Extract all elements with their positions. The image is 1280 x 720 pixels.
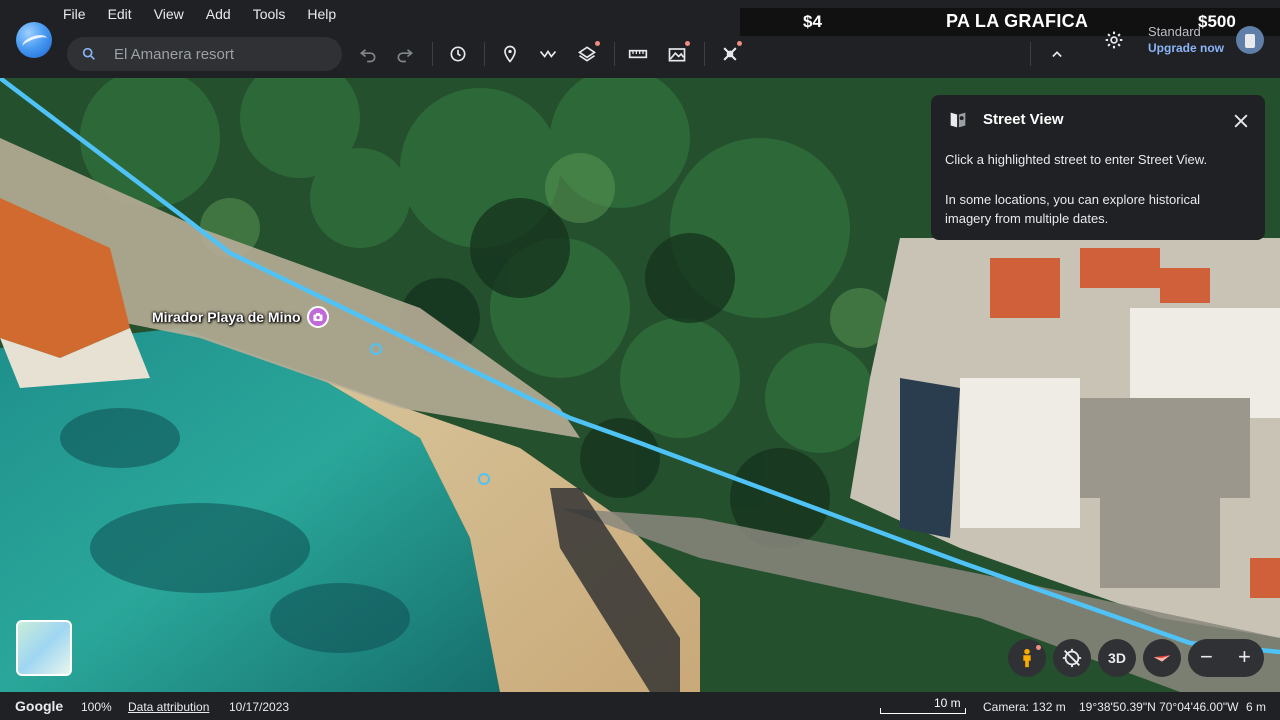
undo-icon[interactable] xyxy=(356,42,380,66)
search-input[interactable] xyxy=(114,45,324,63)
path-icon[interactable] xyxy=(536,42,560,66)
menu-file[interactable]: File xyxy=(63,6,86,22)
street-view-history-note: In some locations, you can explore histo… xyxy=(945,192,1201,226)
banner-title: PA LA GRAFICA xyxy=(946,11,1089,31)
search-box[interactable] xyxy=(67,37,342,71)
history-icon[interactable] xyxy=(446,42,470,66)
menu-edit[interactable]: Edit xyxy=(108,6,132,22)
compass-icon[interactable] xyxy=(1143,639,1181,677)
toolbar-divider xyxy=(704,42,705,66)
google-logo: Google xyxy=(15,698,64,714)
notification-dot xyxy=(595,41,600,46)
menu-add[interactable]: Add xyxy=(206,6,231,22)
plan-label: Standard xyxy=(1148,24,1201,39)
coordinates: 19°38'50.39"N 70°04'46.00"W xyxy=(1079,700,1239,714)
avatar[interactable] xyxy=(1236,26,1264,54)
upgrade-link[interactable]: Upgrade now xyxy=(1148,41,1224,55)
collapse-icon[interactable] xyxy=(1045,42,1069,66)
menu-help[interactable]: Help xyxy=(307,6,336,22)
banner-right-amount: $500 xyxy=(1198,12,1236,31)
elevation: 6 m xyxy=(1246,700,1267,714)
toolbar-divider xyxy=(614,42,615,66)
street-view-panel: Street View Click a highlighted street t… xyxy=(931,95,1265,240)
search-icon xyxy=(82,47,95,60)
map-style-thumbnail[interactable] xyxy=(16,620,72,676)
placemark-icon[interactable] xyxy=(498,42,522,66)
notification-dot xyxy=(737,41,742,46)
camera-altitude: Camera: 132 m xyxy=(983,700,1066,714)
imagery-date: 10/17/2023 xyxy=(229,700,290,714)
banner-left-amount: $4 xyxy=(803,12,822,31)
status-bar: Google 100% Data attribution 10/17/2023 … xyxy=(0,692,1280,720)
street-view-icon xyxy=(950,112,966,128)
notification-dot xyxy=(685,41,690,46)
poi-label[interactable]: Mirador Playa de Mino xyxy=(152,309,301,325)
pegman-icon[interactable] xyxy=(1008,639,1046,677)
app-logo[interactable] xyxy=(16,22,52,58)
zoom-in-button[interactable]: + xyxy=(1238,646,1251,668)
menu-bar: File Edit View Add Tools Help xyxy=(63,6,358,22)
settings-gear-icon[interactable] xyxy=(1102,28,1126,52)
close-icon[interactable] xyxy=(1231,111,1251,131)
toolbar-divider xyxy=(1030,42,1031,66)
notification-dot xyxy=(1036,645,1041,650)
toolbar-divider xyxy=(484,42,485,66)
redo-icon[interactable] xyxy=(393,42,417,66)
toggle-3d-label: 3D xyxy=(1108,650,1126,666)
zoom-control: − + xyxy=(1188,639,1264,677)
top-bar: File Edit View Add Tools Help El Amanera… xyxy=(0,0,1280,78)
data-attribution-link[interactable]: Data attribution xyxy=(128,700,209,714)
menu-view[interactable]: View xyxy=(154,6,184,22)
zoom-level: 100% xyxy=(81,700,112,714)
street-view-instruction: Click a highlighted street to enter Stre… xyxy=(945,152,1208,167)
menu-tools[interactable]: Tools xyxy=(253,6,286,22)
scale-bar xyxy=(880,708,966,714)
toggle-3d-button[interactable]: 3D xyxy=(1098,639,1136,677)
toolbar-divider xyxy=(432,42,433,66)
camera-pin-icon[interactable] xyxy=(307,306,329,328)
street-view-title: Street View xyxy=(983,111,1064,128)
measure-icon[interactable] xyxy=(626,42,650,66)
reset-tilt-icon[interactable] xyxy=(1053,639,1091,677)
zoom-out-button[interactable]: − xyxy=(1200,646,1213,668)
